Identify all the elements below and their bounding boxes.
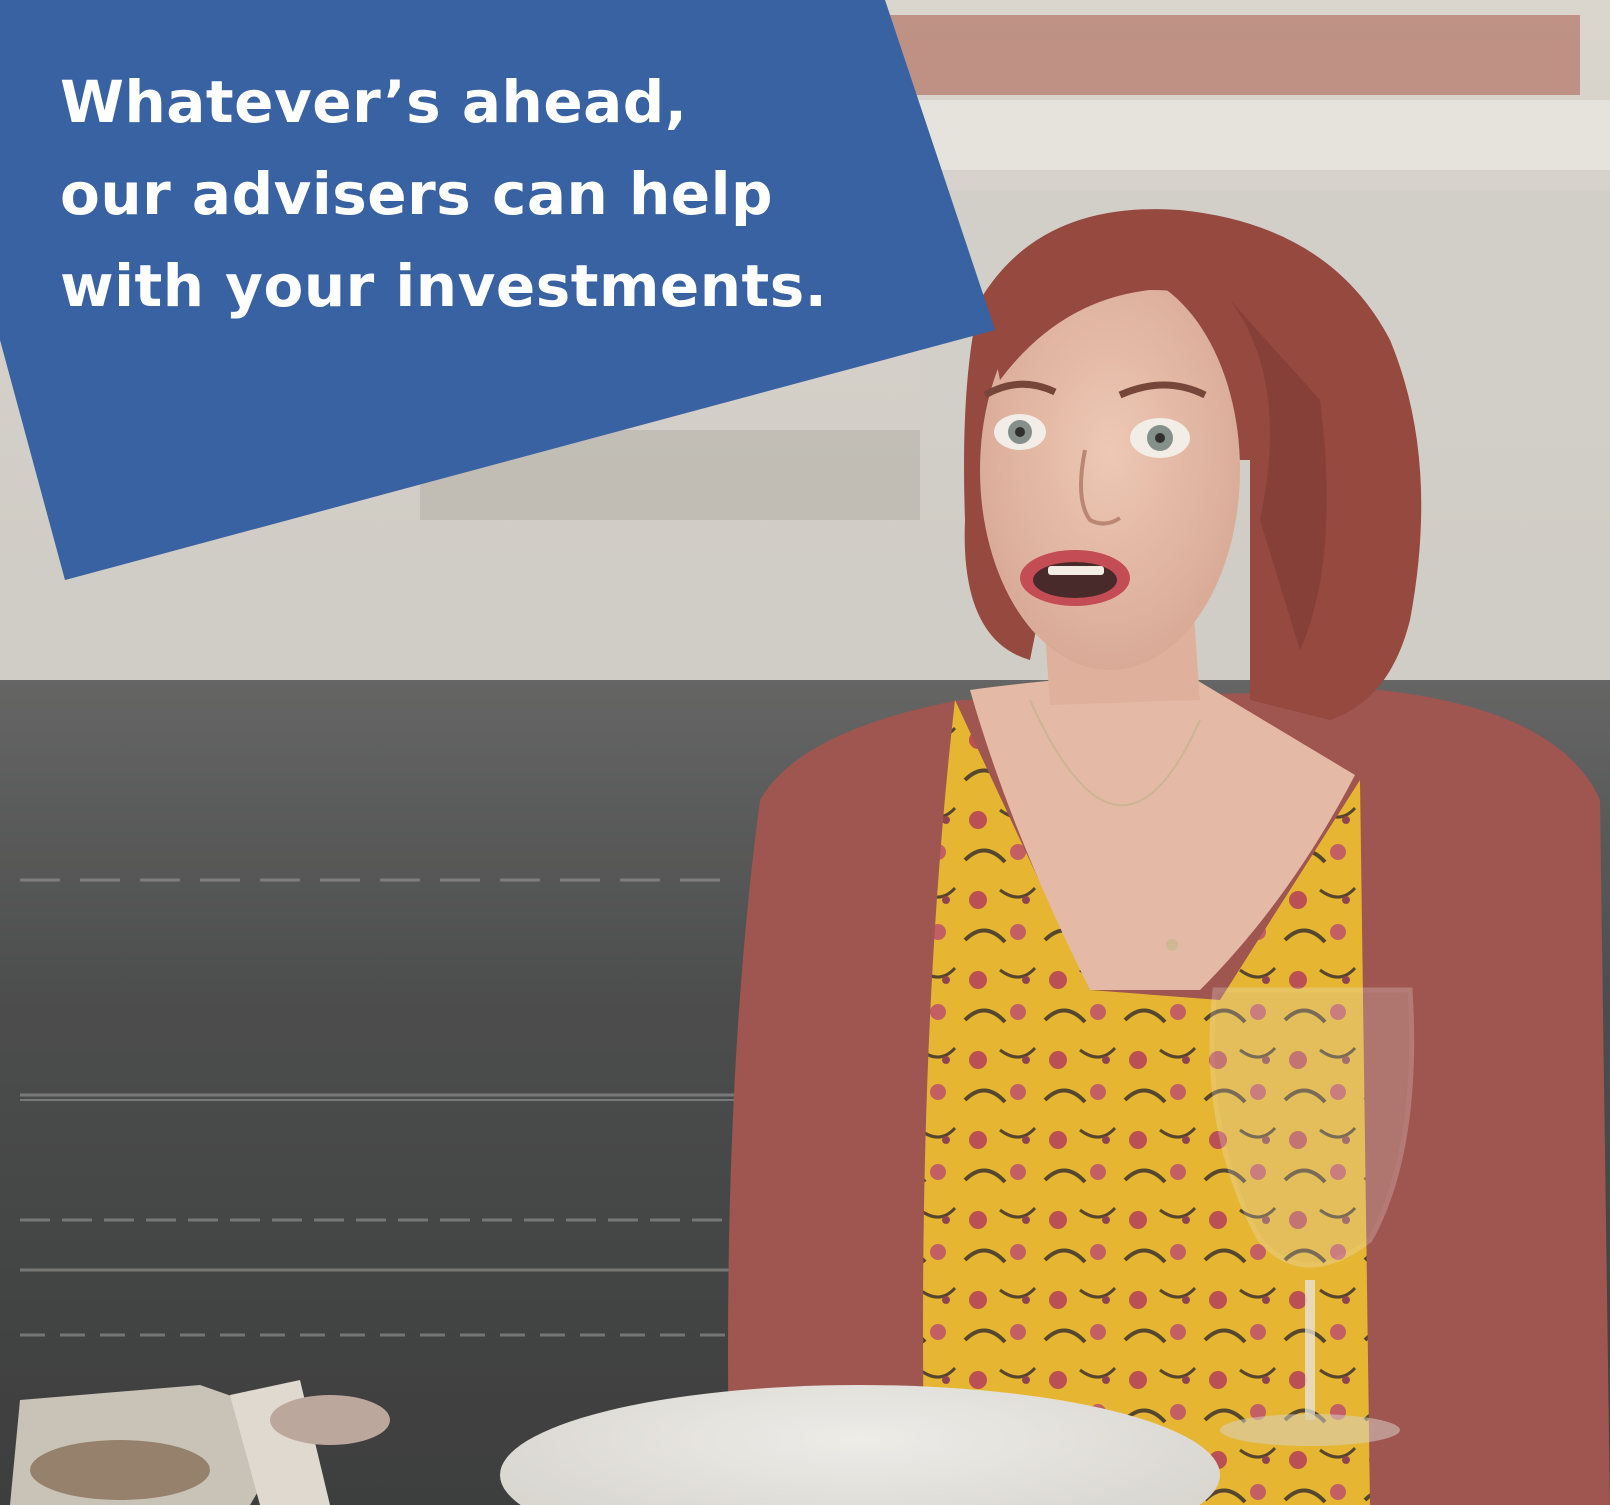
headline-line-1: Whatever’s ahead, [60,68,688,136]
headline: Whatever’s ahead, our advisers can help … [60,56,827,332]
headline-line-3: with your investments. [60,252,828,320]
advertisement: Whatever’s ahead, our advisers can help … [0,0,1610,1505]
headline-line-2: our advisers can help [60,160,773,228]
